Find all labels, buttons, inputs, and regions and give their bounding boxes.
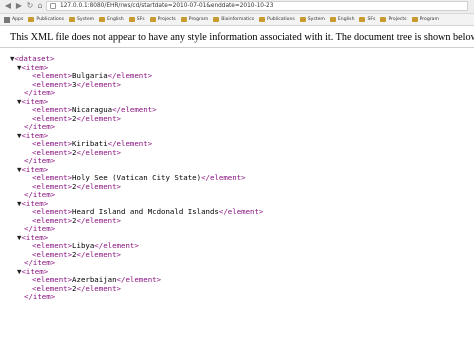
element-close-tag: </element> bbox=[116, 275, 162, 284]
folder-icon bbox=[359, 17, 366, 22]
tree-line-count: <element>2</element> bbox=[10, 283, 470, 294]
element-close-tag: </element> bbox=[201, 173, 246, 182]
element-close-tag: </element> bbox=[76, 147, 122, 157]
bookmarks-bar: Apps Publications System English SFs Projects… bbox=[0, 14, 474, 26]
forward-icon[interactable]: ▶ bbox=[14, 1, 24, 11]
folder-icon bbox=[99, 17, 106, 22]
item-close-tag: </item> bbox=[24, 292, 56, 301]
bookmark-label: Program bbox=[188, 17, 209, 22]
bookmark-item[interactable]: Publications bbox=[259, 15, 295, 24]
element-close-tag: </element> bbox=[76, 79, 122, 89]
tree-line-item-close: </item> bbox=[10, 258, 470, 268]
folder-icon bbox=[128, 17, 135, 22]
apps-icon bbox=[4, 16, 10, 23]
bookmark-list: Apps Publications System English SFs Projects… bbox=[4, 15, 439, 24]
tree-line-root: ▼<dataset> bbox=[10, 55, 470, 64]
bookmark-label: English bbox=[337, 17, 355, 22]
bookmark-label: SFs bbox=[367, 17, 376, 22]
folder-icon bbox=[180, 17, 187, 22]
page-icon bbox=[50, 3, 56, 9]
back-icon[interactable]: ◀ bbox=[3, 1, 13, 11]
bookmark-item[interactable]: Bioinformatics bbox=[213, 15, 254, 24]
bookmark-label: Projects bbox=[388, 17, 407, 22]
tree-line-count: <element>2</element> bbox=[10, 147, 470, 158]
folder-icon bbox=[28, 17, 35, 22]
bookmark-item[interactable]: SFs bbox=[359, 15, 375, 24]
folder-icon bbox=[149, 17, 156, 22]
bookmark-item[interactable]: Apps bbox=[4, 15, 23, 24]
element-close-tag: </element> bbox=[76, 283, 122, 293]
bookmark-item[interactable]: Program bbox=[411, 15, 439, 24]
element-close-tag: </element> bbox=[76, 249, 122, 259]
tree-line-count: <element>2</element> bbox=[10, 249, 470, 260]
bookmark-label: System bbox=[76, 17, 95, 22]
browser-toolbar: ◀ ▶ ↻ ⌂ 127.0.0.1:8080/EHR/rws/cd/startd… bbox=[0, 0, 474, 14]
url-text: 127.0.0.1:8080/EHR/rws/cd/startdate=2010… bbox=[60, 3, 274, 9]
home-icon[interactable]: ⌂ bbox=[35, 1, 45, 11]
bookmark-label: SFs bbox=[136, 17, 145, 22]
tree-line-count: <element>2</element> bbox=[10, 181, 470, 192]
bookmark-label: Apps bbox=[12, 17, 24, 22]
xml-tree: ▼<dataset> ▼<item> <element>Bulgaria</elem… bbox=[10, 55, 470, 339]
bookmark-item[interactable]: Program bbox=[180, 15, 209, 24]
tree-line-count: <element>3</element> bbox=[10, 79, 470, 90]
element-close-tag: </element> bbox=[76, 181, 122, 191]
folder-icon bbox=[213, 17, 220, 22]
bookmark-item[interactable]: English bbox=[99, 15, 124, 24]
tree-line-item-close: </item> bbox=[10, 224, 470, 234]
tree-line-item-close: </item> bbox=[10, 156, 470, 166]
folder-icon bbox=[68, 17, 75, 22]
element-close-tag: </element> bbox=[76, 215, 122, 225]
folder-icon bbox=[380, 17, 387, 22]
tree-line-count: <element>2</element> bbox=[10, 215, 470, 226]
tree-line-item-close: </item> bbox=[10, 88, 470, 98]
bookmark-item[interactable]: English bbox=[329, 15, 355, 24]
bookmark-label: English bbox=[107, 17, 124, 22]
reload-icon[interactable]: ↻ bbox=[25, 1, 35, 11]
bookmark-label: Publications bbox=[36, 17, 64, 22]
tree-line-item-close: </item> bbox=[10, 190, 470, 200]
bookmark-item[interactable]: System bbox=[299, 15, 325, 24]
xml-notice: This XML file does not appear to have an… bbox=[10, 32, 474, 43]
bookmark-item[interactable]: Publications bbox=[28, 15, 64, 24]
folder-icon bbox=[329, 17, 336, 22]
folder-icon bbox=[411, 17, 418, 22]
bookmark-label: Projects bbox=[157, 17, 176, 22]
element-close-tag: </element> bbox=[76, 113, 122, 123]
bookmark-item[interactable]: System bbox=[68, 15, 95, 24]
notice-divider bbox=[0, 47, 474, 48]
element-close-tag: </element> bbox=[218, 207, 264, 216]
bookmark-label: Bioinformatics bbox=[221, 17, 255, 22]
tree-line-count: <element>2</element> bbox=[10, 113, 470, 124]
bookmark-item[interactable]: SFs bbox=[128, 15, 145, 24]
tree-line-item-close: </item> bbox=[10, 122, 470, 132]
folder-icon bbox=[259, 17, 266, 22]
bookmark-label: Publications bbox=[267, 17, 295, 22]
bookmark-item[interactable]: Projects bbox=[380, 15, 407, 24]
bookmark-label: Program bbox=[419, 17, 439, 22]
folder-icon bbox=[299, 17, 306, 22]
bookmark-item[interactable]: Projects bbox=[149, 15, 176, 24]
tree-line-item-close: </item> bbox=[10, 292, 470, 302]
address-bar[interactable]: 127.0.0.1:8080/EHR/rws/cd/startdate=2010… bbox=[46, 1, 468, 11]
bookmark-label: System bbox=[307, 17, 325, 22]
